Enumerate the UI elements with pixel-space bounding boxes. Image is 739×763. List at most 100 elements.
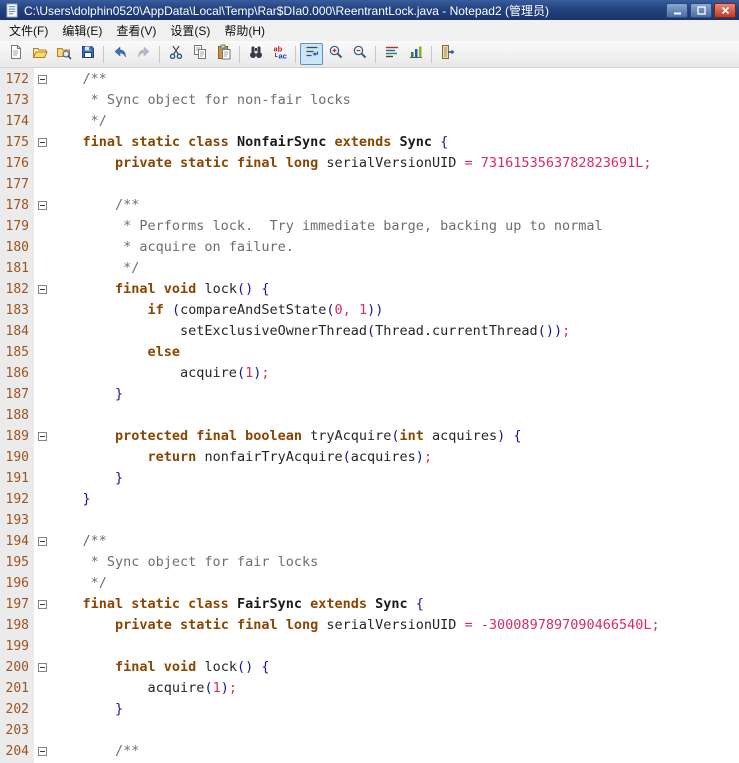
view-schemes-button[interactable]	[380, 43, 403, 65]
find-icon	[248, 44, 264, 65]
code-line[interactable]: /**	[50, 195, 739, 216]
fold-collapse-icon[interactable]	[37, 432, 47, 441]
browse-files-button[interactable]	[52, 43, 75, 65]
fold-margin	[34, 300, 50, 321]
zoom-in-button[interactable]	[324, 43, 347, 65]
menu-item-view[interactable]: 查看(V)	[109, 19, 163, 42]
customize-schemes-button[interactable]	[404, 43, 427, 65]
paste-button[interactable]	[212, 43, 235, 65]
minimize-button[interactable]	[666, 2, 688, 18]
paste-icon	[216, 44, 232, 65]
code-row: 191 }	[0, 468, 739, 489]
code-line[interactable]	[50, 174, 739, 195]
code-line[interactable]: * Sync object for fair locks	[50, 552, 739, 573]
code-line[interactable]: else	[50, 342, 739, 363]
code-line[interactable]: }	[50, 699, 739, 720]
line-number: 180	[0, 237, 34, 258]
code-line[interactable]: private static final long serialVersionU…	[50, 153, 739, 174]
maximize-button[interactable]	[690, 2, 712, 18]
fold-margin	[34, 363, 50, 384]
fold-collapse-icon[interactable]	[37, 201, 47, 210]
copy-button[interactable]	[188, 43, 211, 65]
code-line[interactable]	[50, 720, 739, 741]
save-file-icon	[80, 44, 96, 65]
word-wrap-icon	[304, 44, 320, 65]
code-line[interactable]: protected final boolean tryAcquire(int a…	[50, 426, 739, 447]
fold-margin	[34, 741, 50, 762]
code-line[interactable]: final void lock() {	[50, 279, 739, 300]
line-number: 174	[0, 111, 34, 132]
fold-collapse-icon[interactable]	[37, 138, 47, 147]
code-line[interactable]: * Sync object for non-fair locks	[50, 90, 739, 111]
notepad2-app-icon	[4, 2, 20, 18]
code-line[interactable]: */	[50, 573, 739, 594]
fold-collapse-icon[interactable]	[37, 285, 47, 294]
undo-icon	[112, 44, 128, 65]
line-number: 194	[0, 531, 34, 552]
code-line[interactable]: final void lock() {	[50, 657, 739, 678]
code-row: 194 /**	[0, 531, 739, 552]
code-row: 183 if (compareAndSetState(0, 1))	[0, 300, 739, 321]
code-row: 188	[0, 405, 739, 426]
line-number: 201	[0, 678, 34, 699]
code-line[interactable]: acquire(1);	[50, 363, 739, 384]
new-file-button[interactable]	[4, 43, 27, 65]
redo-button[interactable]	[132, 43, 155, 65]
toolbar-separator	[295, 45, 296, 63]
fold-collapse-icon[interactable]	[37, 537, 47, 546]
code-line[interactable]: }	[50, 489, 739, 510]
code-line[interactable]: }	[50, 384, 739, 405]
fold-collapse-icon[interactable]	[37, 600, 47, 609]
fold-margin	[34, 237, 50, 258]
code-line[interactable]: /**	[50, 741, 739, 762]
close-button[interactable]	[714, 2, 736, 18]
fold-margin	[34, 258, 50, 279]
word-wrap-button[interactable]	[300, 43, 323, 65]
cut-button[interactable]	[164, 43, 187, 65]
menu-item-edit[interactable]: 编辑(E)	[55, 19, 109, 42]
code-line[interactable]: * acquire on failure.	[50, 237, 739, 258]
zoom-out-button[interactable]	[348, 43, 371, 65]
fold-margin	[34, 636, 50, 657]
fold-collapse-icon[interactable]	[37, 663, 47, 672]
open-file-button[interactable]	[28, 43, 51, 65]
code-line[interactable]: */	[50, 258, 739, 279]
undo-button[interactable]	[108, 43, 131, 65]
toolbar-separator	[159, 45, 160, 63]
code-line[interactable]: /**	[50, 531, 739, 552]
line-number: 183	[0, 300, 34, 321]
fold-collapse-icon[interactable]	[37, 75, 47, 84]
code-line[interactable]: setExclusiveOwnerThread(Thread.currentTh…	[50, 321, 739, 342]
menu-item-settings[interactable]: 设置(S)	[163, 19, 217, 42]
code-row: 197 final static class FairSync extends …	[0, 594, 739, 615]
exit-button[interactable]	[436, 43, 459, 65]
window-controls	[666, 2, 736, 18]
code-line[interactable]: */	[50, 111, 739, 132]
code-line[interactable]	[50, 405, 739, 426]
line-number: 203	[0, 720, 34, 741]
code-line[interactable]: if (compareAndSetState(0, 1))	[50, 300, 739, 321]
code-line[interactable]	[50, 510, 739, 531]
code-line[interactable]: final static class NonfairSync extends S…	[50, 132, 739, 153]
code-line[interactable]	[50, 636, 739, 657]
menu-item-help[interactable]: 帮助(H)	[217, 19, 272, 42]
code-line[interactable]: private static final long serialVersionU…	[50, 615, 739, 636]
fold-collapse-icon[interactable]	[37, 747, 47, 756]
code-row: 196 */	[0, 573, 739, 594]
code-line[interactable]: * Performs lock. Try immediate barge, ba…	[50, 216, 739, 237]
code-line[interactable]: acquire(1);	[50, 678, 739, 699]
find-button[interactable]	[244, 43, 267, 65]
fold-margin	[34, 153, 50, 174]
line-number: 198	[0, 615, 34, 636]
menu-item-file[interactable]: 文件(F)	[2, 19, 55, 42]
replace-button[interactable]: ab ac	[268, 43, 291, 65]
code-line[interactable]: /**	[50, 69, 739, 90]
code-line[interactable]: return nonfairTryAcquire(acquires);	[50, 447, 739, 468]
code-line[interactable]: }	[50, 468, 739, 489]
code-editor[interactable]: 172 /** 173 * Sync object for non-fair lo…	[0, 68, 739, 763]
code-line[interactable]: final static class FairSync extends Sync…	[50, 594, 739, 615]
code-row: 204 /**	[0, 741, 739, 762]
new-file-icon	[8, 44, 24, 65]
code-row: 189 protected final boolean tryAcquire(i…	[0, 426, 739, 447]
save-file-button[interactable]	[76, 43, 99, 65]
